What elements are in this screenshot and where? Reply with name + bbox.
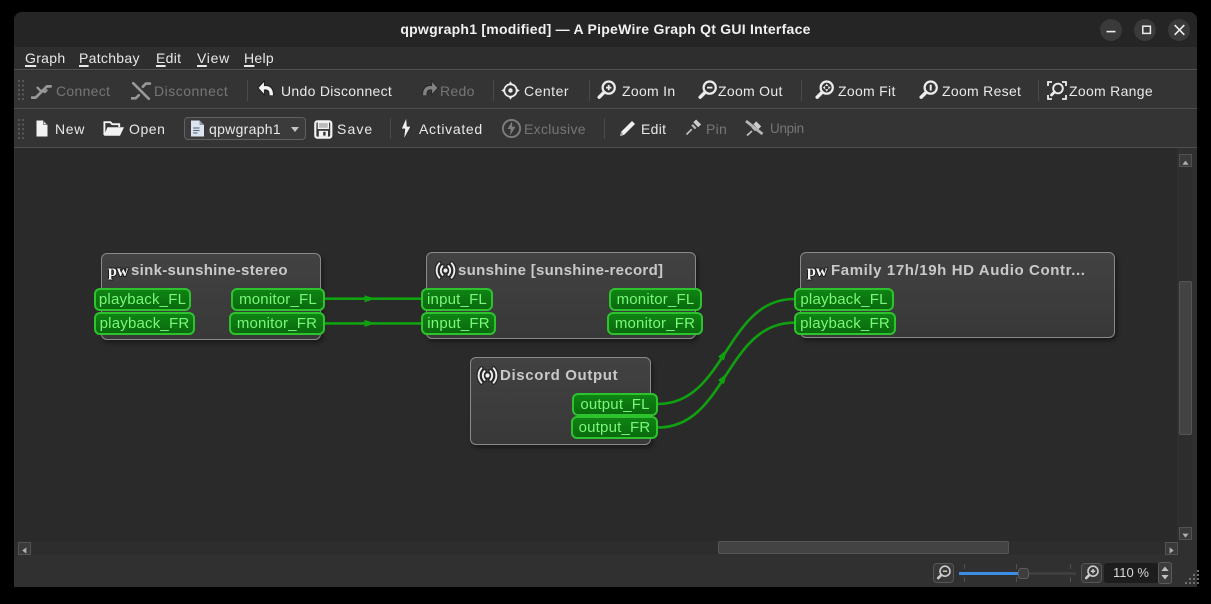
svg-text:pw: pw [807,263,828,280]
svg-text:pw: pw [108,263,129,280]
